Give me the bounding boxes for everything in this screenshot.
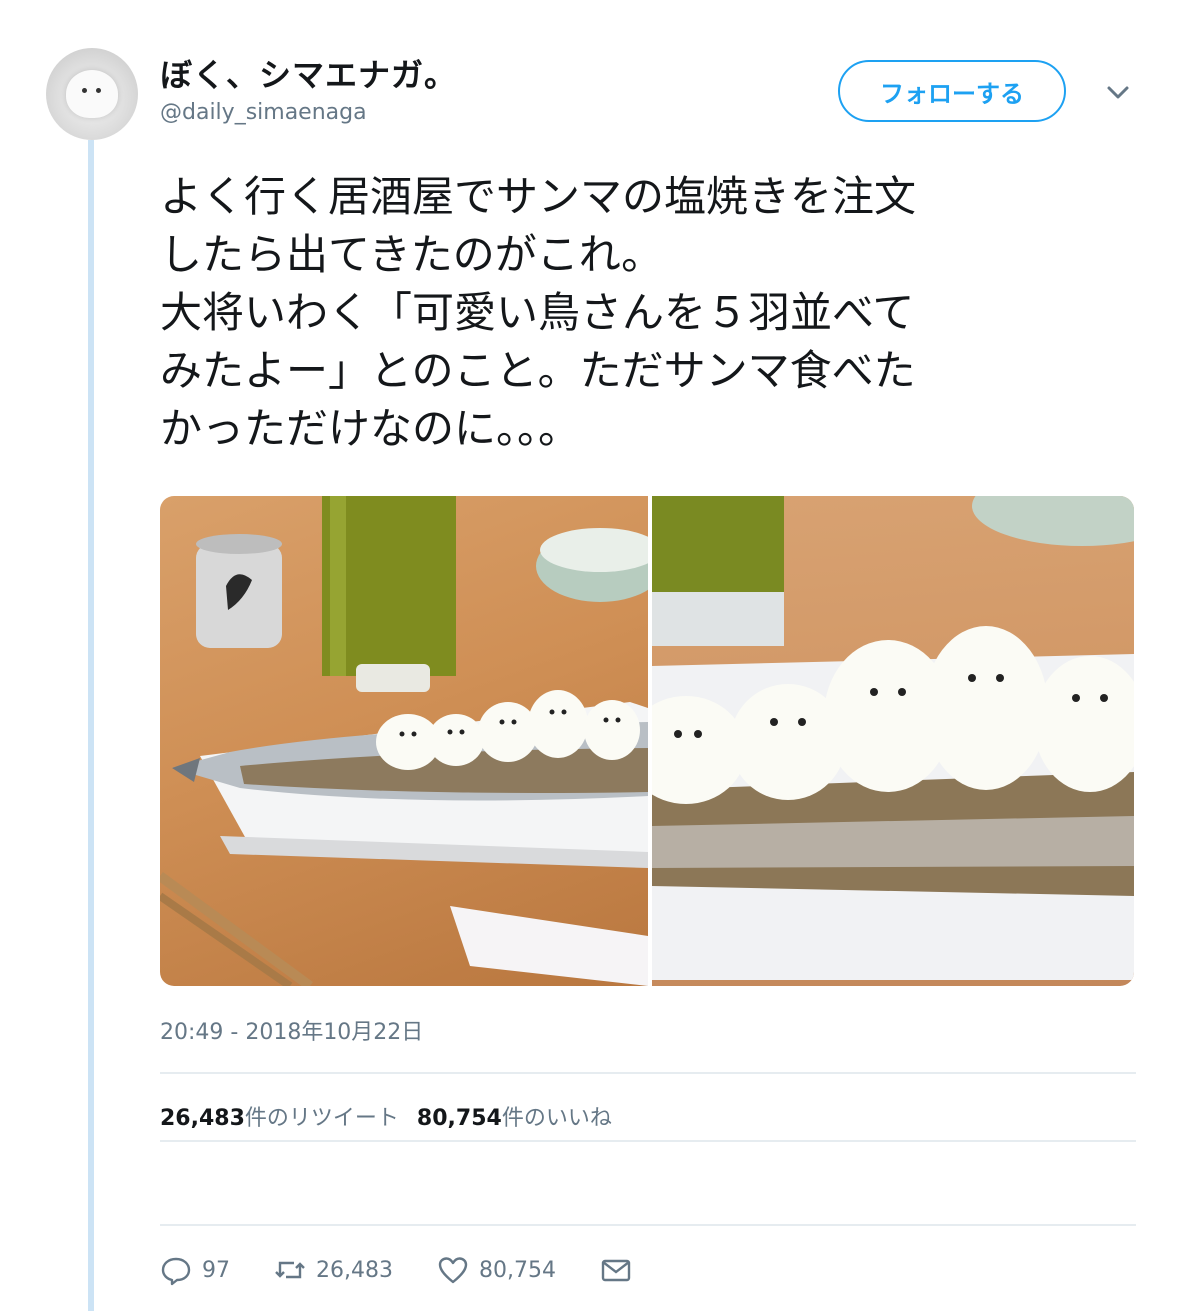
- tweet-text-line: みたよー」とのこと。ただサンマ食べた: [160, 346, 916, 395]
- follow-button[interactable]: フォローする: [838, 60, 1066, 122]
- engagement-stats: 26,483件のリツイート 80,754件のいいね: [160, 1100, 612, 1132]
- tweet-text-line: よく行く居酒屋でサンマの塩焼きを注文: [160, 172, 917, 221]
- like-stat[interactable]: 80,754件のいいね: [417, 1100, 612, 1132]
- retweet-count: 26,483: [316, 1257, 393, 1283]
- photo-sanma-closeup-image: [652, 496, 1134, 980]
- thread-line: [88, 140, 94, 1311]
- retweet-button[interactable]: 26,483: [274, 1254, 393, 1286]
- heart-icon: [438, 1257, 468, 1284]
- divider: [160, 1224, 1136, 1226]
- tweet-text: よく行く居酒屋でサンマの塩焼きを注文 したら出てきたのがこれ。 大将いわく「可愛…: [160, 168, 1150, 458]
- retweet-icon: [275, 1261, 305, 1279]
- tweet-text-line: したら出てきたのがこれ。: [160, 230, 664, 279]
- retweet-stat[interactable]: 26,483件のリツイート: [160, 1100, 399, 1132]
- photo-sanma-wide[interactable]: [160, 496, 648, 986]
- like-button[interactable]: 80,754: [437, 1254, 556, 1286]
- tweet-page: ぼく、シマエナガ。 @daily_simaenaga フォローする よく行く居酒…: [0, 0, 1200, 1311]
- like-stat-label: 件のいいね: [501, 1106, 612, 1131]
- tweet-text-line: かっただけなのに。。。: [160, 404, 581, 453]
- divider: [160, 1140, 1136, 1142]
- timestamp[interactable]: 20:49 - 2018年10月22日: [160, 1014, 423, 1046]
- like-count: 80,754: [478, 1257, 556, 1283]
- chevron-down-icon[interactable]: [1104, 82, 1132, 102]
- handle[interactable]: @daily_simaenaga: [160, 100, 367, 125]
- retweet-stat-count: 26,483: [160, 1106, 245, 1131]
- display-name[interactable]: ぼく、シマエナガ。: [160, 50, 457, 96]
- direct-message-button[interactable]: [600, 1254, 632, 1286]
- photo-sanma-wide-image: [160, 496, 648, 986]
- reply-icon: [161, 1257, 191, 1286]
- envelope-icon: [601, 1259, 631, 1282]
- retweet-stat-label: 件のリツイート: [244, 1106, 399, 1131]
- action-bar: 97 26,483 80,754: [160, 1250, 676, 1290]
- reply-button[interactable]: 97: [160, 1254, 230, 1286]
- tweet-text-line: 大将いわく「可愛い鳥さんを５羽並べて: [160, 288, 915, 337]
- reply-count: 97: [202, 1257, 230, 1283]
- photo-sanma-closeup[interactable]: [652, 496, 1134, 986]
- avatar[interactable]: [46, 48, 138, 140]
- media-grid: [160, 496, 1134, 986]
- divider: [160, 1072, 1136, 1074]
- like-stat-count: 80,754: [416, 1106, 502, 1131]
- avatar-bird-image: [66, 70, 118, 118]
